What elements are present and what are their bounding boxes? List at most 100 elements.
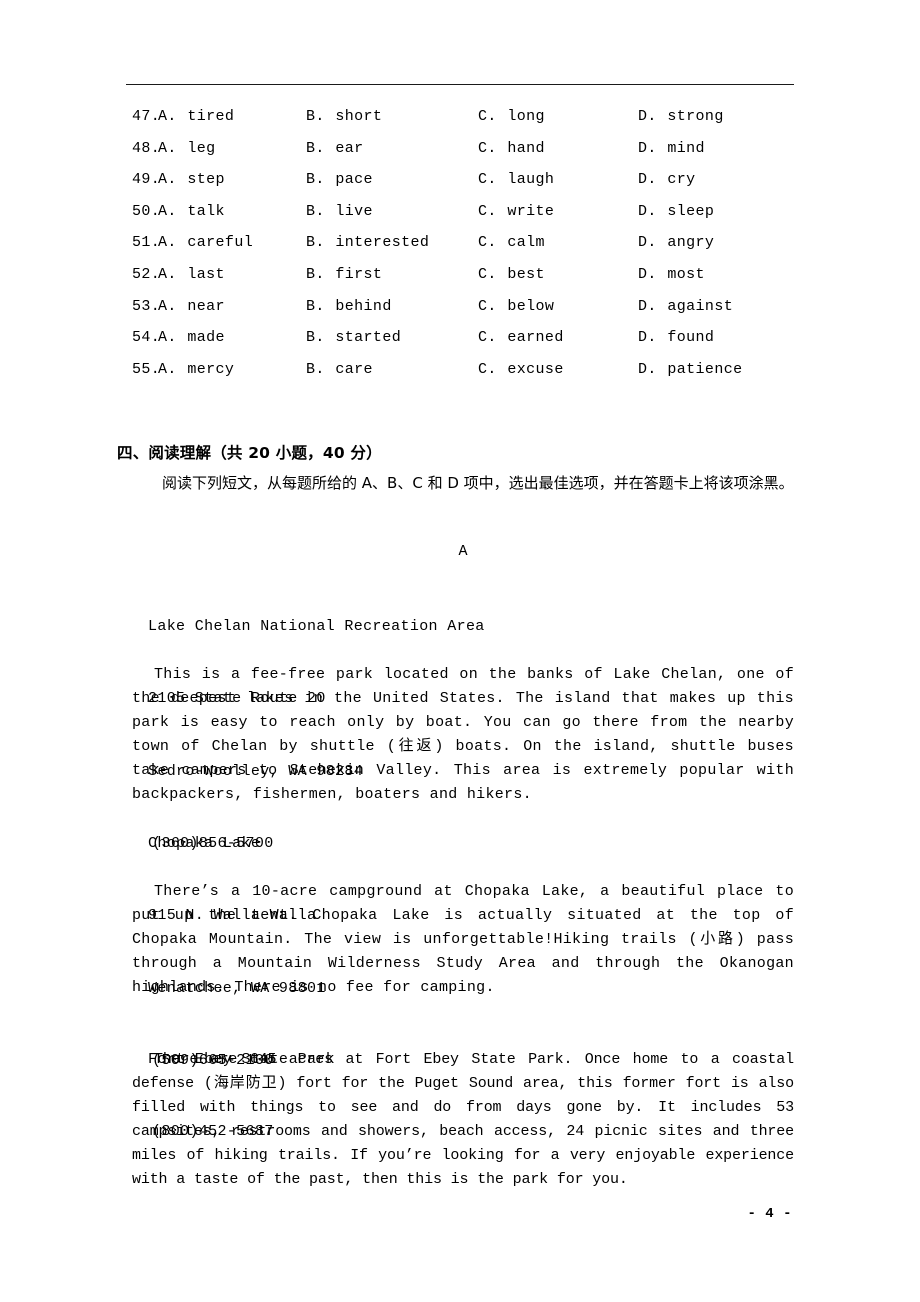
passage-label: A	[458, 543, 468, 560]
option-b-text: first	[335, 265, 383, 283]
option-d-text: patience	[667, 360, 743, 378]
table-row: 47. A. tired B. short C. long D. strong	[132, 108, 812, 140]
option-a-text: leg	[187, 139, 216, 157]
option-b[interactable]: B. first	[306, 266, 382, 283]
option-c-text: write	[507, 202, 555, 220]
option-a-letter: A.	[158, 171, 177, 189]
option-c[interactable]: C. best	[478, 266, 545, 283]
table-row: 51. A. careful B. interested C. calm D. angr…	[132, 234, 812, 266]
table-row: 48. A. leg B. ear C. hand D. mind	[132, 140, 812, 172]
option-b[interactable]: B. interested	[306, 234, 429, 251]
option-a-letter: A.	[158, 329, 177, 347]
option-c[interactable]: C. earned	[478, 329, 564, 346]
option-b-letter: B.	[306, 171, 325, 189]
option-c[interactable]: C. write	[478, 203, 554, 220]
option-c-letter: C.	[478, 139, 497, 157]
option-d-letter: D.	[638, 171, 657, 189]
option-c-letter: C.	[478, 265, 497, 283]
option-c-text: best	[507, 265, 545, 283]
option-d[interactable]: D. found	[638, 329, 714, 346]
option-d[interactable]: D. patience	[638, 361, 743, 378]
option-c-text: excuse	[507, 360, 564, 378]
option-a[interactable]: A. talk	[158, 203, 225, 220]
park-description: There’s a 10-acre campground at Chopaka …	[132, 883, 794, 997]
option-a-text: mercy	[187, 360, 235, 378]
option-b[interactable]: B. behind	[306, 298, 392, 315]
option-d[interactable]: D. cry	[638, 171, 696, 188]
option-d-letter: D.	[638, 202, 657, 220]
option-d-letter: D.	[638, 329, 657, 347]
option-d[interactable]: D. mind	[638, 140, 705, 157]
section-instruction: 阅读下列短文，从每题所给的 A、B、C 和 D 项中，选出最佳选项，并在答题卡上…	[162, 474, 794, 492]
option-d-text: angry	[667, 234, 715, 252]
option-a[interactable]: A. leg	[158, 140, 216, 157]
option-b[interactable]: B. ear	[306, 140, 364, 157]
option-a[interactable]: A. made	[158, 329, 225, 346]
option-d-text: against	[667, 297, 734, 315]
option-a-text: talk	[187, 202, 225, 220]
option-b[interactable]: B. pace	[306, 171, 373, 188]
option-d[interactable]: D. strong	[638, 108, 724, 125]
option-c[interactable]: C. excuse	[478, 361, 564, 378]
option-b[interactable]: B. care	[306, 361, 373, 378]
option-a[interactable]: A. near	[158, 298, 225, 315]
option-a[interactable]: A. step	[158, 171, 225, 188]
option-c[interactable]: C. hand	[478, 140, 545, 157]
option-d-letter: D.	[638, 234, 657, 252]
option-d-text: mind	[667, 139, 705, 157]
option-a[interactable]: A. careful	[158, 234, 253, 251]
cloze-options-list: 47. A. tired B. short C. long D. strong 48. …	[132, 108, 812, 392]
option-a-letter: A.	[158, 108, 177, 125]
table-row: 54. A. made B. started C. earned D. found	[132, 329, 812, 361]
option-a[interactable]: A. tired	[158, 108, 234, 125]
option-b[interactable]: B. live	[306, 203, 373, 220]
option-c-letter: C.	[478, 360, 497, 378]
option-c-text: below	[507, 297, 555, 315]
option-c-letter: C.	[478, 297, 497, 315]
option-b-letter: B.	[306, 360, 325, 378]
option-d[interactable]: D. against	[638, 298, 733, 315]
option-c-text: hand	[507, 139, 545, 157]
option-b-text: short	[335, 108, 383, 125]
option-d[interactable]: D. angry	[638, 234, 714, 251]
option-d-text: found	[667, 329, 715, 347]
option-d-letter: D.	[638, 108, 657, 125]
option-a-text: made	[187, 329, 225, 347]
table-row: 55. A. mercy B. care C. excuse D. patience	[132, 361, 812, 393]
table-row: 50. A. talk B. live C. write D. sleep	[132, 203, 812, 235]
option-d-letter: D.	[638, 139, 657, 157]
option-b-text: behind	[335, 297, 392, 315]
option-c[interactable]: C. long	[478, 108, 545, 125]
option-d-text: sleep	[667, 202, 715, 220]
option-c[interactable]: C. below	[478, 298, 554, 315]
option-d-letter: D.	[638, 297, 657, 315]
option-a[interactable]: A. mercy	[158, 361, 234, 378]
option-b[interactable]: B. short	[306, 108, 382, 125]
park-name: Lake Chelan National Recreation Area	[148, 618, 485, 636]
option-d-text: most	[667, 265, 705, 283]
option-c[interactable]: C. calm	[478, 234, 545, 251]
option-d[interactable]: D. sleep	[638, 203, 714, 220]
header-divider	[126, 84, 794, 85]
option-a-text: careful	[187, 234, 254, 252]
option-b-letter: B.	[306, 108, 325, 125]
option-a-letter: A.	[158, 234, 177, 252]
option-b-letter: B.	[306, 202, 325, 220]
option-d[interactable]: D. most	[638, 266, 705, 283]
option-c-letter: C.	[478, 108, 497, 125]
option-a-letter: A.	[158, 202, 177, 220]
option-b-text: started	[335, 329, 402, 347]
option-b-letter: B.	[306, 265, 325, 283]
option-c-letter: C.	[478, 202, 497, 220]
option-b[interactable]: B. started	[306, 329, 401, 346]
option-a-letter: A.	[158, 297, 177, 315]
option-a[interactable]: A. last	[158, 266, 225, 283]
option-a-text: step	[187, 171, 225, 189]
option-b-letter: B.	[306, 139, 325, 157]
exam-page: 47. A. tired B. short C. long D. strong 48. …	[0, 0, 920, 1302]
option-b-text: ear	[335, 139, 364, 157]
option-c[interactable]: C. laugh	[478, 171, 554, 188]
table-row: 49. A. step B. pace C. laugh D. cry	[132, 171, 812, 203]
option-c-text: earned	[507, 329, 564, 347]
option-c-text: calm	[507, 234, 545, 252]
